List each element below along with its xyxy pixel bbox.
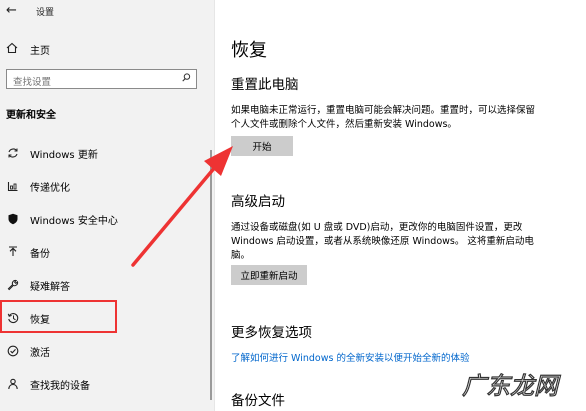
watermark-text: 广东龙网 [462,372,561,400]
watermark-logo: 广东龙网 [461,371,561,400]
annotation-arrow [131,146,233,267]
watermark: 广东龙网 [455,368,565,402]
